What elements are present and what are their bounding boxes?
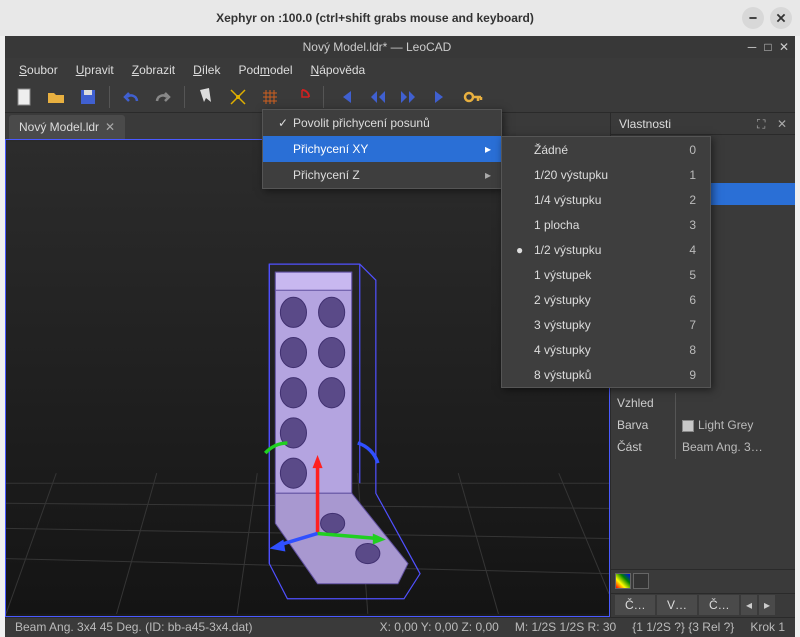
- app-minimize-button[interactable]: ─: [745, 40, 759, 54]
- color-swatch[interactable]: [633, 573, 649, 589]
- outer-titlebar: Xephyr on :100.0 (ctrl+shift grabs mouse…: [0, 0, 800, 36]
- menu-part[interactable]: Dílek: [185, 59, 228, 81]
- snap-grid-button[interactable]: [257, 84, 283, 110]
- panel-bottom-tabs: Č… V… Č… ◂ ▸: [611, 593, 795, 617]
- status-coords: X: 0,00 Y: 0,00 Z: 0,00: [376, 620, 503, 634]
- menu-help[interactable]: Nápověda: [303, 59, 374, 81]
- submenu-item[interactable]: Žádné0: [502, 137, 710, 162]
- toolbar-separator: [109, 86, 110, 108]
- submenu-snap-xy: Žádné01/20 výstupku11/4 výstupku21 ploch…: [501, 136, 711, 388]
- submenu-arrow-icon: ▸: [485, 168, 491, 182]
- menubar: Soubor Upravit Zobrazit Dílek Podmodel N…: [5, 58, 795, 82]
- toolbar-separator: [323, 86, 324, 108]
- submenu-item[interactable]: 4 výstupky8: [502, 337, 710, 362]
- property-label: Část: [611, 437, 676, 459]
- panel-title: Vlastnosti: [615, 117, 671, 131]
- property-row-color[interactable]: Barva Light Grey: [611, 415, 795, 437]
- submenu-item[interactable]: 8 výstupků9: [502, 362, 710, 387]
- app-titlebar: Nový Model.ldr* — LeoCAD ─ □ ✕: [5, 36, 795, 58]
- color-swatch-row: [611, 569, 795, 593]
- transform-tool-button[interactable]: [225, 84, 251, 110]
- panel-close-icon[interactable]: ✕: [777, 117, 791, 131]
- menu-model[interactable]: Podmodel: [230, 59, 300, 81]
- last-step-button[interactable]: [428, 84, 454, 110]
- submenu-item[interactable]: 1 výstupek5: [502, 262, 710, 287]
- redo-button[interactable]: [150, 84, 176, 110]
- status-step: Krok 1: [746, 620, 789, 634]
- main-area: Nový Model.ldr ✕: [5, 113, 795, 616]
- select-tool-button[interactable]: [193, 84, 219, 110]
- close-tab-icon[interactable]: ✕: [105, 120, 115, 134]
- scroll-left-icon[interactable]: ◂: [741, 595, 757, 615]
- panel-header: Vlastnosti ⛶ ✕: [611, 113, 795, 135]
- status-snap: M: 1/2S 1/2S R: 30: [511, 620, 620, 634]
- submenu-arrow-icon: ▸: [485, 142, 491, 156]
- property-value: Light Grey: [676, 415, 795, 437]
- outer-window-title: Xephyr on :100.0 (ctrl+shift grabs mouse…: [8, 11, 742, 25]
- property-value: Beam Ang. 3…: [676, 437, 795, 459]
- color-swatch-icon: [682, 420, 694, 432]
- document-tab-label: Nový Model.ldr: [19, 120, 99, 134]
- app-maximize-button[interactable]: □: [761, 40, 775, 54]
- minimize-button[interactable]: [742, 7, 764, 29]
- check-icon: ✓: [273, 116, 293, 130]
- snap-angle-button[interactable]: [289, 84, 315, 110]
- new-file-button[interactable]: [11, 84, 37, 110]
- status-bar: Beam Ang. 3x4 45 Deg. (ID: bb-a45-3x4.da…: [5, 617, 795, 637]
- prev-step-button[interactable]: [364, 84, 390, 110]
- status-rel: {1 1/2S ?} {3 Rel ?}: [628, 620, 738, 634]
- submenu-item[interactable]: 3 výstupky7: [502, 312, 710, 337]
- property-label: Barva: [611, 415, 676, 437]
- next-step-button[interactable]: [396, 84, 422, 110]
- context-menu-snap: ✓ Povolit přichycení posunů Přichycení X…: [262, 109, 502, 189]
- status-part-info: Beam Ang. 3x4 45 Deg. (ID: bb-a45-3x4.da…: [11, 620, 256, 634]
- key-button[interactable]: [460, 84, 486, 110]
- app-title: Nový Model.ldr* — LeoCAD: [9, 40, 745, 54]
- panel-tab[interactable]: Č…: [699, 595, 739, 615]
- submenu-item[interactable]: 1/20 výstupku1: [502, 162, 710, 187]
- menu-item-snap-z[interactable]: Přichycení Z ▸: [263, 162, 501, 188]
- panel-expand-icon[interactable]: ⛶: [757, 117, 771, 131]
- menu-view[interactable]: Zobrazit: [124, 59, 183, 81]
- property-row-appearance[interactable]: Vzhled: [611, 393, 795, 415]
- property-label: Vzhled: [611, 393, 676, 415]
- menu-item-snap-xy[interactable]: Přichycení XY ▸ Žádné01/20 výstupku11/4 …: [263, 136, 501, 162]
- outer-window-controls: [742, 7, 792, 29]
- menu-file[interactable]: Soubor: [11, 59, 66, 81]
- toolbar-separator: [184, 86, 185, 108]
- app-window-controls: ─ □ ✕: [745, 40, 791, 54]
- menu-item-enable-snap[interactable]: ✓ Povolit přichycení posunů: [263, 110, 501, 136]
- submenu-item[interactable]: 2 výstupky6: [502, 287, 710, 312]
- submenu-item[interactable]: ●1/2 výstupku4: [502, 237, 710, 262]
- property-value: [676, 393, 795, 415]
- save-file-button[interactable]: [75, 84, 101, 110]
- scroll-right-icon[interactable]: ▸: [759, 595, 775, 615]
- panel-tab[interactable]: V…: [657, 595, 697, 615]
- radio-dot-icon: ●: [516, 243, 534, 257]
- undo-button[interactable]: [118, 84, 144, 110]
- document-tab[interactable]: Nový Model.ldr ✕: [9, 115, 125, 139]
- property-row-part[interactable]: Část Beam Ang. 3…: [611, 437, 795, 459]
- first-step-button[interactable]: [332, 84, 358, 110]
- panel-tab[interactable]: Č…: [615, 595, 655, 615]
- color-picker-button[interactable]: [615, 573, 631, 589]
- open-file-button[interactable]: [43, 84, 69, 110]
- menu-edit[interactable]: Upravit: [68, 59, 122, 81]
- submenu-item[interactable]: 1 plocha3: [502, 212, 710, 237]
- submenu-item[interactable]: 1/4 výstupku2: [502, 187, 710, 212]
- app-window: Nový Model.ldr* — LeoCAD ─ □ ✕ Soubor Up…: [5, 36, 795, 637]
- app-close-button[interactable]: ✕: [777, 40, 791, 54]
- close-button[interactable]: [770, 7, 792, 29]
